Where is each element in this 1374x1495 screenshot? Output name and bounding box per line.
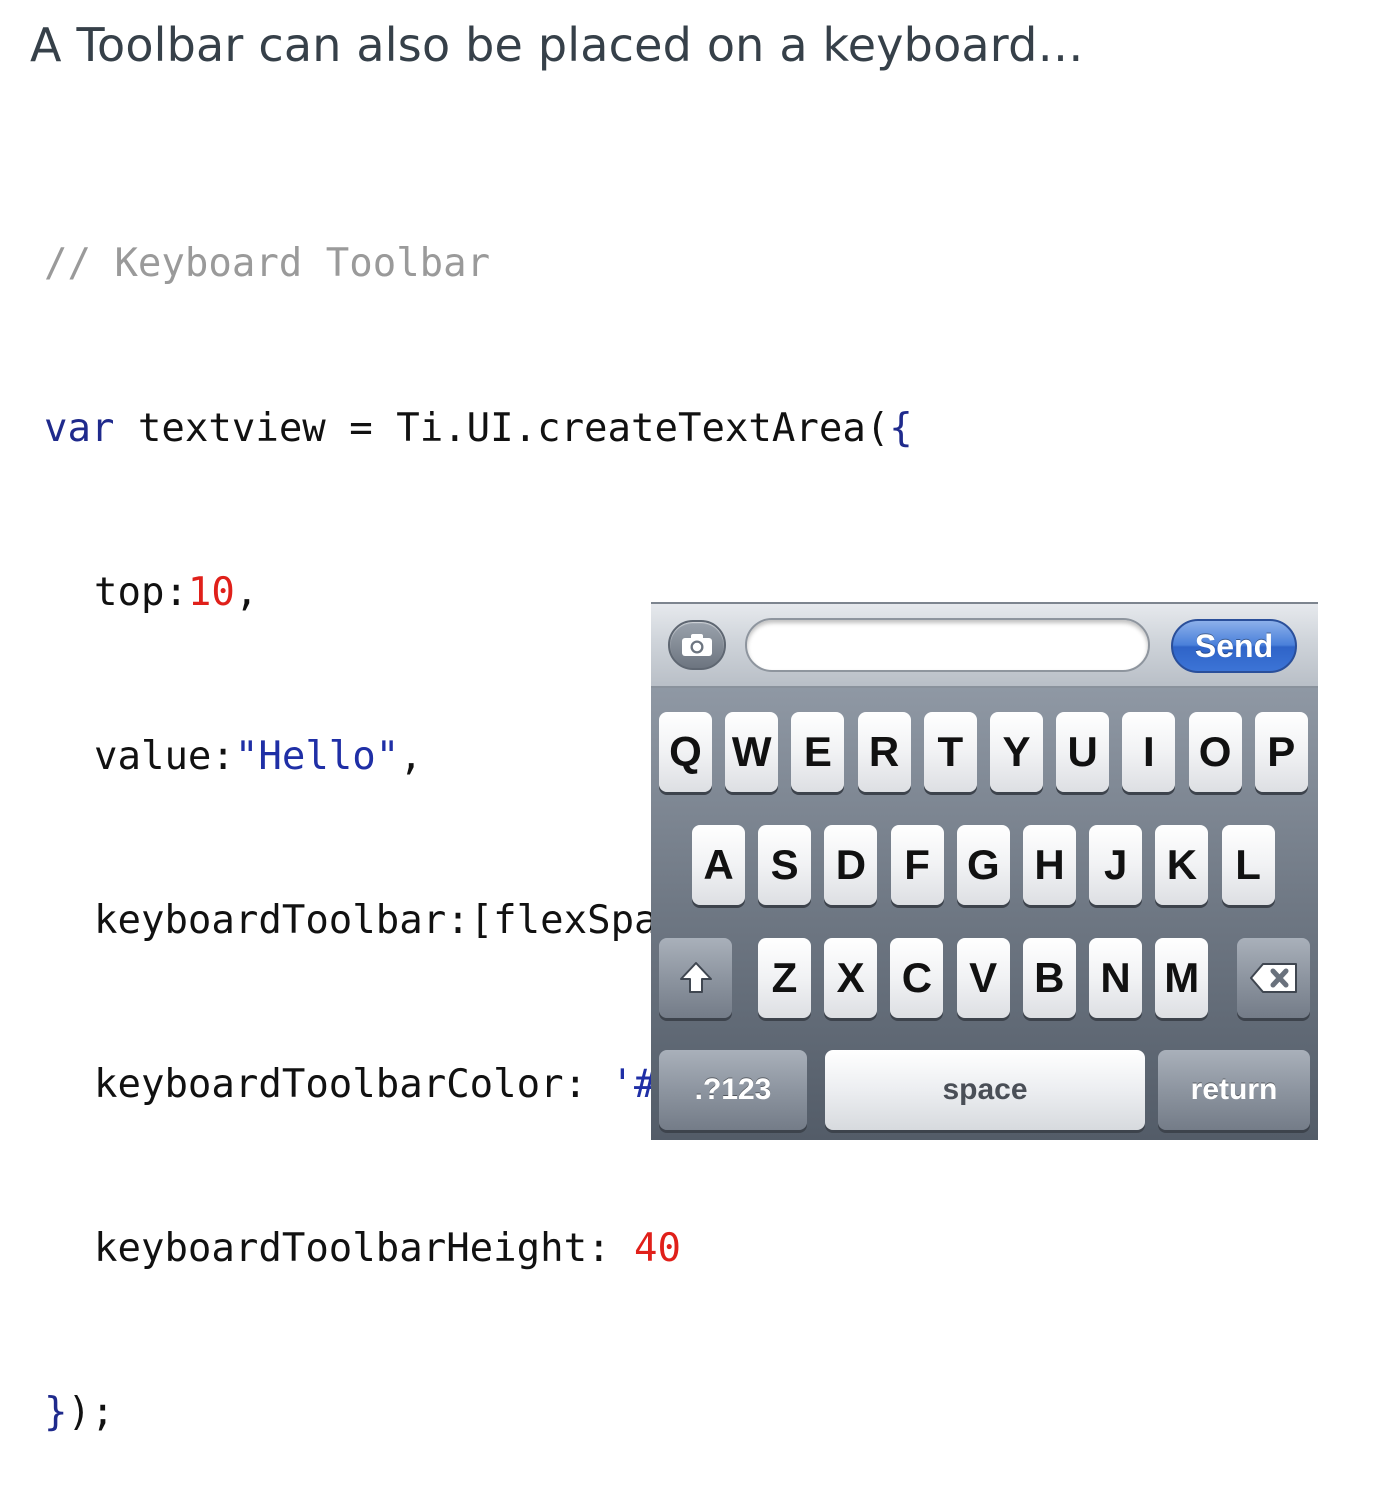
shift-arrow-icon bbox=[680, 962, 712, 993]
code-toolbar-key: keyboardToolbar: bbox=[94, 897, 470, 943]
key-d[interactable]: D bbox=[824, 825, 878, 905]
code-height-key: keyboardToolbarHeight: bbox=[94, 1225, 635, 1271]
slide-title: A Toolbar can also be placed on a keyboa… bbox=[30, 18, 1084, 72]
code-comment: // Keyboard Toolbar bbox=[44, 241, 491, 287]
send-button[interactable]: Send bbox=[1171, 619, 1297, 673]
return-key[interactable]: return bbox=[1158, 1050, 1310, 1130]
key-t[interactable]: T bbox=[923, 712, 977, 792]
key-k[interactable]: K bbox=[1155, 825, 1209, 905]
key-m[interactable]: M bbox=[1155, 938, 1209, 1018]
shift-key[interactable] bbox=[659, 938, 732, 1018]
key-l[interactable]: L bbox=[1221, 825, 1275, 905]
key-r[interactable]: R bbox=[857, 712, 911, 792]
keyboard-toolbar: Send bbox=[651, 602, 1318, 688]
code-comma: , bbox=[399, 733, 423, 779]
code-top-key: top: bbox=[94, 569, 188, 615]
numbers-key[interactable]: .?123 bbox=[659, 1050, 807, 1130]
key-h[interactable]: H bbox=[1023, 825, 1076, 905]
backspace-icon bbox=[1250, 963, 1297, 993]
code-close-tail: ); bbox=[67, 1390, 115, 1436]
code-line-toolbar-height: keyboardToolbarHeight: 40 bbox=[44, 1222, 1127, 1277]
code-line-comment: // Keyboard Toolbar bbox=[44, 237, 1127, 292]
code-line-close: }); bbox=[44, 1386, 1127, 1441]
key-u[interactable]: U bbox=[1056, 712, 1110, 792]
code-value-string: "Hello" bbox=[234, 733, 400, 779]
message-input[interactable] bbox=[745, 618, 1150, 672]
key-y[interactable]: Y bbox=[990, 712, 1043, 792]
code-height-value: 40 bbox=[634, 1225, 682, 1271]
camera-icon bbox=[682, 634, 712, 656]
key-s[interactable]: S bbox=[758, 825, 812, 905]
key-o[interactable]: O bbox=[1188, 712, 1242, 792]
code-open-brace: { bbox=[889, 405, 913, 451]
delete-key[interactable] bbox=[1237, 938, 1310, 1018]
key-j[interactable]: J bbox=[1089, 825, 1143, 905]
space-key[interactable]: space bbox=[825, 1050, 1145, 1130]
key-z[interactable]: Z bbox=[758, 938, 811, 1018]
phone-keyboard-screenshot: Send QWERTYUIOP ASDFGHJKL ZXCVBNM .?123 … bbox=[651, 602, 1318, 1140]
code-var-keyword: var bbox=[44, 405, 115, 451]
key-w[interactable]: W bbox=[725, 712, 779, 792]
key-c[interactable]: C bbox=[890, 938, 944, 1018]
key-i[interactable]: I bbox=[1122, 712, 1176, 792]
key-q[interactable]: Q bbox=[659, 712, 712, 792]
key-a[interactable]: A bbox=[692, 825, 745, 905]
code-value-key: value: bbox=[94, 733, 235, 779]
key-g[interactable]: G bbox=[956, 825, 1010, 905]
key-n[interactable]: N bbox=[1089, 938, 1142, 1018]
code-close-brace: } bbox=[44, 1390, 68, 1436]
key-e[interactable]: E bbox=[791, 712, 845, 792]
key-b[interactable]: B bbox=[1022, 938, 1076, 1018]
key-f[interactable]: F bbox=[890, 825, 944, 905]
key-p[interactable]: P bbox=[1254, 712, 1308, 792]
key-x[interactable]: X bbox=[824, 938, 878, 1018]
code-line-declaration: var textview = Ti.UI.createTextArea({ bbox=[44, 402, 1127, 457]
code-comma: , bbox=[234, 569, 259, 615]
key-v[interactable]: V bbox=[956, 938, 1010, 1018]
code-top-value: 10 bbox=[187, 569, 235, 615]
code-declaration: textview = Ti.UI.createTextArea( bbox=[114, 405, 890, 451]
code-color-key: keyboardToolbarColor: bbox=[94, 1061, 611, 1107]
camera-button[interactable] bbox=[668, 620, 726, 670]
keyboard: QWERTYUIOP ASDFGHJKL ZXCVBNM .?123 space… bbox=[651, 688, 1318, 1140]
